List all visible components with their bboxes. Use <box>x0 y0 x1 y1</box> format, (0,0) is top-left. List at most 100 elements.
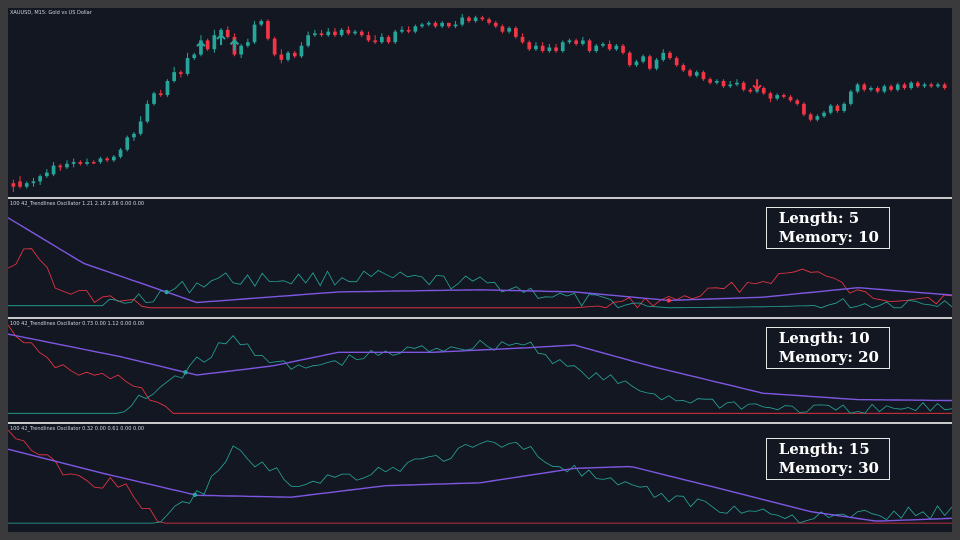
candle <box>440 21 444 29</box>
candle <box>85 158 89 166</box>
candle-body <box>634 61 639 66</box>
candle <box>554 43 558 53</box>
candle <box>688 68 692 78</box>
candle-body <box>480 17 485 20</box>
length-text: Length: 15 <box>778 440 870 458</box>
candle-body <box>145 103 150 122</box>
candle <box>239 43 243 59</box>
candle <box>627 51 632 67</box>
candle <box>648 54 652 71</box>
memory-text: Memory: 30 <box>778 459 879 477</box>
oscillator-pane-1[interactable]: 100 42_Trendlines Oscillator 1.21 2.16 2… <box>8 199 952 317</box>
candle-body <box>306 35 310 46</box>
candle <box>78 160 83 166</box>
candle-body <box>862 84 867 90</box>
candle-body <box>661 52 666 60</box>
candle <box>333 28 337 37</box>
candle-body <box>333 31 337 36</box>
candle-body <box>11 183 16 187</box>
candle <box>775 93 779 101</box>
cross-dot-marker <box>192 492 198 498</box>
candle <box>339 28 344 37</box>
candle-body <box>299 45 304 57</box>
candle-body <box>426 22 431 25</box>
candle <box>828 103 833 115</box>
candle-body <box>386 36 391 43</box>
candle <box>313 29 317 37</box>
candle-body <box>721 80 726 87</box>
candle-body <box>802 103 806 115</box>
candle-body <box>420 24 424 27</box>
candle <box>802 102 806 117</box>
candle <box>299 42 304 59</box>
candle-body <box>205 40 210 50</box>
candle <box>721 79 726 89</box>
oscillator-pane-3[interactable]: 100 42_Trendlines Oscillator 0.32 0.00 0… <box>8 424 952 532</box>
candle-body <box>922 84 927 87</box>
candle-body <box>594 45 599 52</box>
candle <box>266 19 270 41</box>
candle-body <box>380 36 384 43</box>
candle-body <box>45 172 49 177</box>
candle-body <box>373 40 377 43</box>
candle-body <box>547 47 552 52</box>
candle <box>353 29 357 36</box>
memory-text: Memory: 10 <box>778 228 879 246</box>
candle-body <box>85 162 89 164</box>
candle-body <box>909 82 913 89</box>
candle-body <box>440 22 444 27</box>
candle-body <box>775 95 779 99</box>
candle-body <box>815 116 820 120</box>
candle <box>373 35 377 44</box>
candle <box>179 70 183 78</box>
candle-body <box>641 56 645 62</box>
candle-body <box>172 72 176 81</box>
settings-info-box: Length: 5 Memory: 10 <box>765 207 890 249</box>
indicator-label: 100 42_Trendlines Oscillator 0.73 0.00 1… <box>10 321 145 327</box>
candle-body <box>607 43 612 50</box>
candle <box>31 177 36 187</box>
candle <box>761 86 766 96</box>
price-chart-pane[interactable]: XAUUSD, M15: Gold vs US Dollar <box>8 8 952 197</box>
candle-body <box>125 137 130 150</box>
candle <box>715 79 719 85</box>
candle-body <box>614 45 619 50</box>
candle-body <box>286 52 290 60</box>
buy-arrow-icon <box>216 33 226 46</box>
candle <box>112 154 116 163</box>
candle-body <box>453 24 458 27</box>
candle <box>24 181 29 189</box>
candle-body <box>835 105 840 111</box>
oscillator-pane-2[interactable]: 100 42_Trendlines Oscillator 0.73 0.00 1… <box>8 319 952 422</box>
candle <box>91 160 96 164</box>
candle-body <box>118 149 123 157</box>
candle-body <box>91 162 96 164</box>
candle-body <box>78 162 83 164</box>
candle-body <box>460 17 465 25</box>
candle <box>581 36 585 46</box>
sell-arrow-icon <box>752 79 762 91</box>
candle <box>433 21 438 29</box>
candle-body <box>239 45 243 55</box>
candle-body <box>795 100 800 104</box>
candle-body <box>138 121 143 134</box>
candle <box>346 26 351 36</box>
candle-body <box>212 35 217 50</box>
candle-body <box>225 29 230 37</box>
candle-body <box>165 80 170 96</box>
candle <box>694 70 699 78</box>
candle-body <box>936 84 940 87</box>
candle-body <box>554 47 558 52</box>
candle-body <box>560 42 565 52</box>
candle-body <box>694 72 699 76</box>
candle <box>929 82 934 89</box>
candle <box>286 51 290 62</box>
candle <box>453 21 458 29</box>
candle-body <box>882 86 887 92</box>
candle <box>527 40 532 52</box>
candle <box>500 24 505 34</box>
candle <box>18 176 22 189</box>
candle-body <box>748 89 753 92</box>
candle <box>808 112 813 122</box>
candle-body <box>179 72 183 74</box>
